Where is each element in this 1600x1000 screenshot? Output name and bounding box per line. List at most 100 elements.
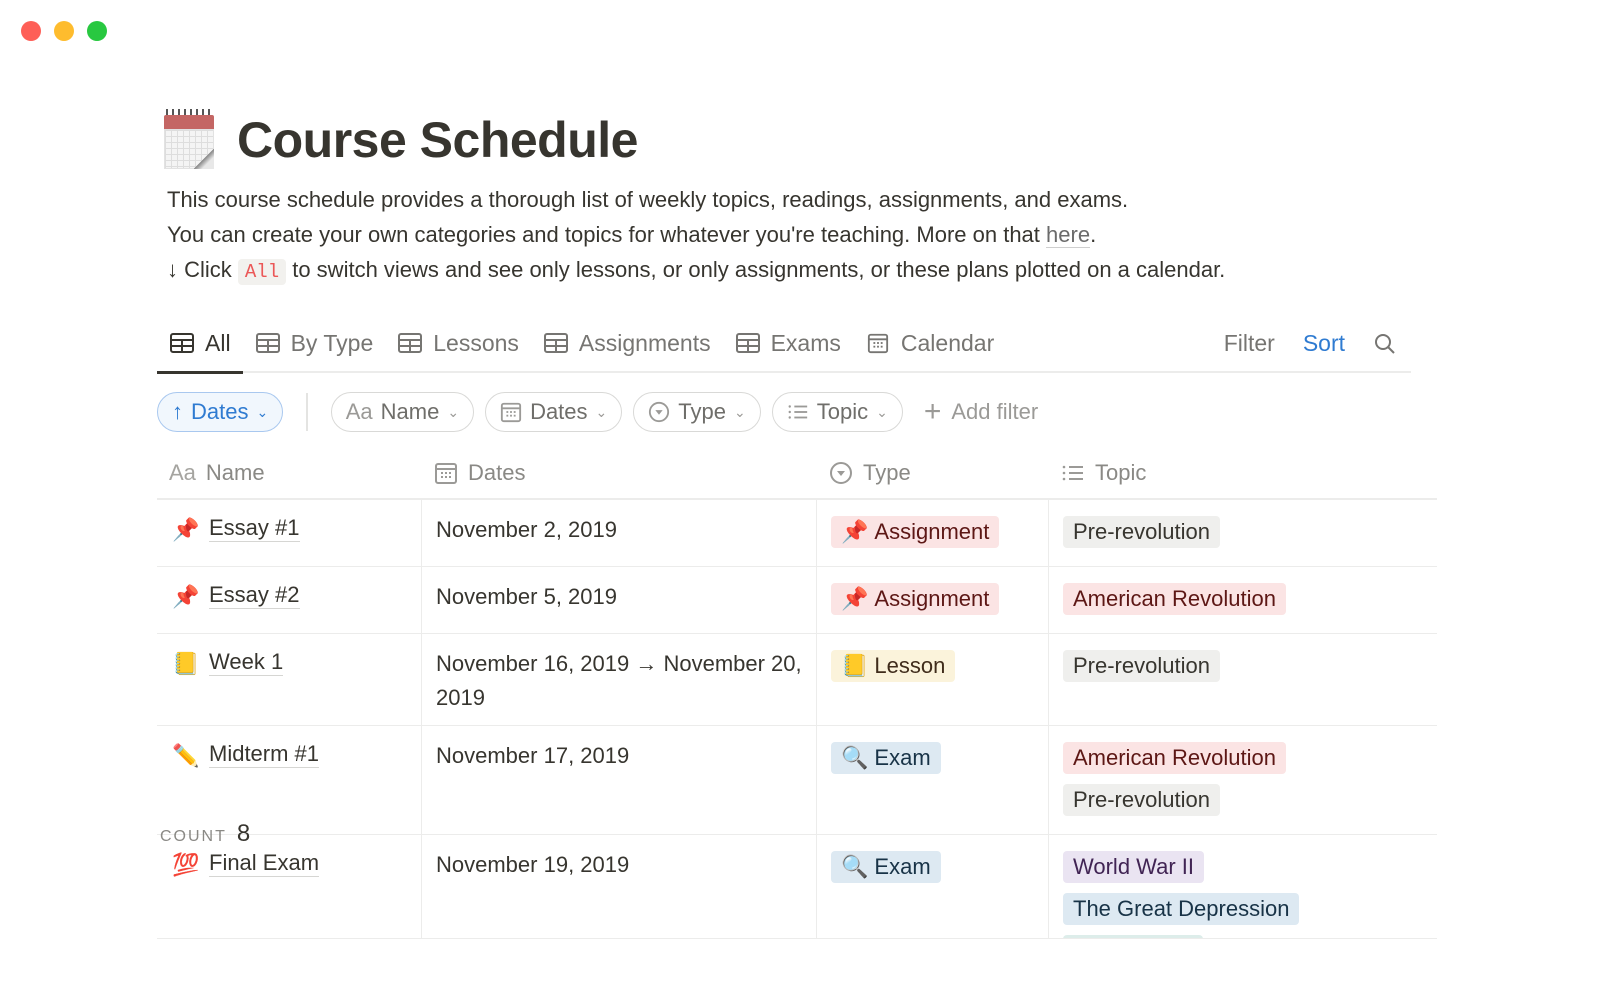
table-icon (543, 332, 569, 354)
chevron-down-icon: ⌄ (876, 403, 888, 420)
column-header-label: Topic (1095, 460, 1147, 485)
dates-cell[interactable]: November 5, 2019 (422, 567, 817, 633)
here-link[interactable]: here (1046, 222, 1091, 248)
column-header-label: Dates (468, 460, 526, 485)
tab-label: All (205, 329, 231, 356)
type-emoji-icon: 🔍 (841, 745, 869, 770)
add-filter-button[interactable]: + Add filter (914, 397, 1048, 427)
table-row[interactable]: 📒 Week 1 November 16, 2019 → November 20, … (157, 634, 1437, 726)
type-emoji-icon: 📌 (841, 586, 869, 611)
tab-exams[interactable]: Exams (723, 314, 853, 372)
description-text: You can create your own categories and t… (167, 222, 1047, 247)
type-cell[interactable]: 📌 Assignment (817, 567, 1049, 633)
tab-assignments[interactable]: Assignments (531, 314, 723, 372)
filter-pills: Aa Name ⌄ Dates ⌄ Type ⌄ Topic ⌄ (330, 392, 903, 432)
database-table: Aa Name Dates Type Topic 📌 Essay #1 November 2… (157, 448, 1437, 939)
table-row[interactable]: 💯 Final Exam November 19, 2019 🔍 Exam World W… (157, 835, 1437, 939)
select-icon (648, 401, 670, 423)
filter-pill-topic[interactable]: Topic ⌄ (771, 392, 903, 432)
topic-cell[interactable]: Pre-revolution (1049, 634, 1437, 725)
name-cell[interactable]: 📌 Essay #1 (157, 500, 422, 566)
name-cell[interactable]: 📌 Essay #2 (157, 567, 422, 633)
row-name-link[interactable]: Essay #2 (209, 582, 300, 609)
filter-pill-dates[interactable]: Dates ⌄ (485, 392, 623, 432)
column-header-label: Name (205, 460, 265, 485)
table-row[interactable]: 📌 Essay #2 November 5, 2019 📌 Assignment Amer… (157, 567, 1437, 634)
row-emoji-icon: 📒 (172, 651, 200, 676)
column-header-name[interactable]: Aa Name (157, 460, 422, 486)
topic-tag: World War II (1063, 851, 1205, 883)
dates-cell[interactable]: November 16, 2019 → November 20, 2019 (422, 634, 817, 725)
filter-pill-label: Type (678, 399, 726, 424)
tab-by-type[interactable]: By Type (243, 314, 386, 372)
tab-label: Lessons (433, 329, 519, 356)
description-text: . (1090, 222, 1097, 247)
search-button[interactable] (1359, 330, 1411, 357)
page: Course Schedule This course schedule pro… (157, 100, 1451, 939)
column-header-topic[interactable]: Topic (1049, 460, 1437, 486)
column-header-label: Type (863, 460, 911, 485)
tab-lessons[interactable]: Lessons (385, 314, 531, 372)
arrow-up-icon: ↑ (172, 399, 183, 424)
tab-label: Exams (770, 329, 841, 356)
type-tag: 🔍 Exam (831, 742, 941, 774)
filter-button[interactable]: Filter (1210, 330, 1289, 357)
table-icon (255, 332, 281, 354)
filter-pill-type[interactable]: Type ⌄ (633, 392, 761, 432)
type-cell[interactable]: 🔍 Exam (817, 835, 1049, 938)
minimize-window-button[interactable] (54, 21, 74, 41)
row-name-link[interactable]: Final Exam (209, 850, 320, 877)
topic-tag: American Revolution (1063, 742, 1286, 774)
column-header-type[interactable]: Type (817, 460, 1049, 486)
description-text: to switch views and see only lessons, or… (286, 257, 1226, 282)
dates-cell[interactable]: November 19, 2019 (422, 835, 817, 938)
description-line-2: You can create your own categories and t… (167, 217, 1451, 252)
sort-pill-label: Dates (191, 399, 249, 424)
type-tag: 📒 Lesson (831, 650, 956, 682)
topic-cell[interactable]: Pre-revolution (1049, 500, 1437, 566)
table-icon (169, 332, 195, 354)
description-line-1: This course schedule provides a thorough… (167, 187, 1129, 212)
type-cell[interactable]: 📌 Assignment (817, 500, 1049, 566)
table-body: 📌 Essay #1 November 2, 2019 📌 Assignment Pre-… (157, 500, 1437, 939)
type-label: Assignment (874, 519, 990, 544)
type-label: Exam (874, 854, 931, 879)
chevron-down-icon: ⌄ (256, 403, 269, 420)
topic-cell[interactable]: World War II The Great Depression (1049, 835, 1437, 938)
name-cell[interactable]: ✏️ Midterm #1 (157, 726, 422, 834)
row-name-link[interactable]: Midterm #1 (209, 741, 320, 768)
select-icon (829, 461, 853, 485)
type-tag: 📌 Assignment (831, 516, 1000, 548)
count-value: 8 (236, 820, 251, 847)
type-cell[interactable]: 📒 Lesson (817, 634, 1049, 725)
sort-pill-dates[interactable]: ↑ Dates ⌄ (157, 392, 284, 432)
column-header-dates[interactable]: Dates (422, 460, 817, 486)
table-row[interactable]: ✏️ Midterm #1 November 17, 2019 🔍 Exam Americ… (157, 726, 1437, 835)
tab-all[interactable]: All (157, 314, 243, 374)
list-icon (787, 401, 809, 423)
maximize-window-button[interactable] (87, 21, 107, 41)
table-row[interactable]: 📌 Essay #1 November 2, 2019 📌 Assignment Pre-… (157, 500, 1437, 567)
row-name-link[interactable]: Week 1 (209, 649, 284, 676)
dates-cell[interactable]: November 17, 2019 (422, 726, 817, 834)
sort-button[interactable]: Sort (1289, 330, 1359, 357)
close-window-button[interactable] (21, 21, 41, 41)
name-cell[interactable]: 📒 Week 1 (157, 634, 422, 725)
filter-pill-name[interactable]: Aa Name ⌄ (330, 392, 475, 432)
topic-cell[interactable]: American Revolution (1049, 567, 1437, 633)
spiral-calendar-icon[interactable] (161, 109, 217, 171)
row-emoji-icon: ✏️ (172, 743, 200, 768)
type-cell[interactable]: 🔍 Exam (817, 726, 1049, 834)
page-title[interactable]: Course Schedule (237, 111, 638, 169)
row-name-link[interactable]: Essay #1 (209, 515, 300, 542)
table-footer: COUNT 8 (160, 820, 250, 848)
topic-tag: American Revolution (1063, 583, 1286, 615)
dates-cell[interactable]: November 2, 2019 (422, 500, 817, 566)
list-icon (1061, 461, 1085, 485)
row-emoji-icon: 📌 (172, 517, 200, 542)
tab-calendar[interactable]: Calendar (853, 314, 1006, 372)
name-cell[interactable]: 💯 Final Exam (157, 835, 422, 938)
topic-cell[interactable]: American Revolution Pre-revolution (1049, 726, 1437, 834)
divider (306, 393, 308, 431)
topic-tag-list: World War II The Great Depression (1063, 849, 1425, 938)
